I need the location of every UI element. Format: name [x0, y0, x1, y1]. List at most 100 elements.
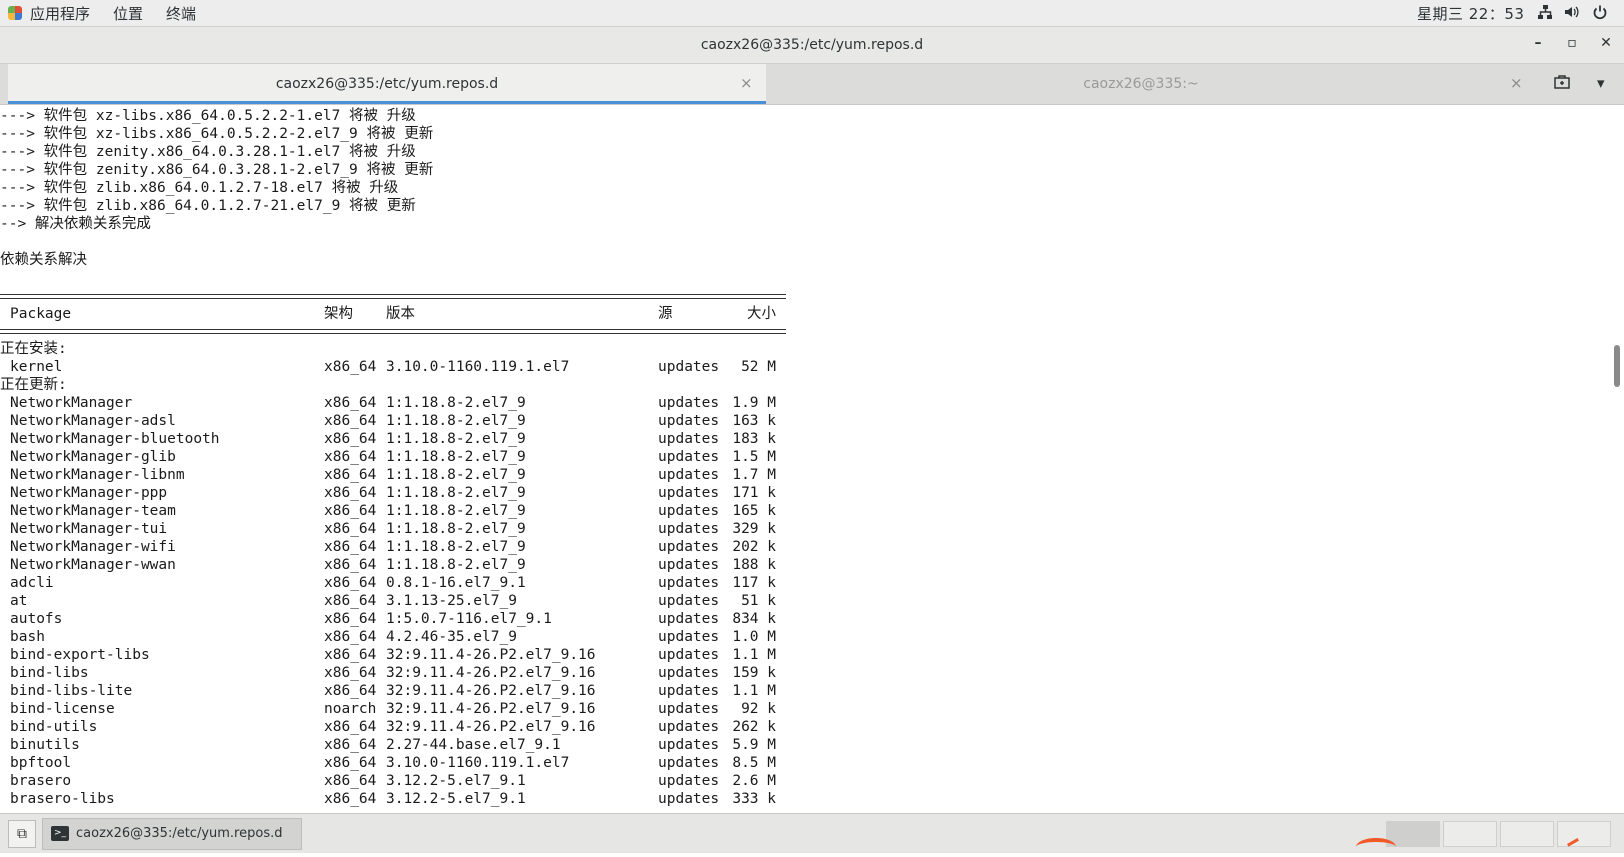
table-row: brasero x86_64 3.12.2-5.el7_9.1 updates 2.6 …	[0, 772, 786, 790]
cell-version: 1:1.18.8-2.el7_9	[386, 413, 526, 429]
cell-source: updates	[658, 485, 720, 501]
cell-name: bind-license	[10, 701, 115, 717]
workspace-4[interactable]	[1557, 821, 1611, 847]
tab-home[interactable]: caozx26@335:~ ×	[768, 64, 1523, 104]
cell-source: updates	[658, 611, 720, 627]
cell-version: 1:1.18.8-2.el7_9	[386, 395, 526, 411]
cell-source: updates	[658, 413, 720, 429]
network-icon[interactable]	[1537, 4, 1553, 24]
cell-size: 1.0 M	[732, 629, 776, 645]
table-row: bind-license noarch 32:9.11.4-26.P2.el7_9.…	[0, 700, 786, 718]
terminal-icon: >_	[51, 826, 69, 841]
cell-name: NetworkManager-ppp	[10, 485, 168, 501]
terminal-line: 依赖关系解决	[0, 252, 87, 268]
taskbar-window-item[interactable]: >_ caozx26@335:/etc/yum.repos.d	[42, 818, 302, 850]
cell-source: updates	[658, 755, 720, 771]
cell-arch: x86_64	[324, 413, 377, 429]
cell-arch: x86_64	[324, 719, 377, 735]
tab-yum-repos[interactable]: caozx26@335:/etc/yum.repos.d ×	[8, 64, 766, 104]
cell-arch: x86_64	[324, 557, 377, 573]
taskbar-window-label: caozx26@335:/etc/yum.repos.d	[76, 826, 283, 841]
cell-name: at	[10, 593, 28, 609]
cell-version: 1:1.18.8-2.el7_9	[386, 521, 526, 537]
workspace-3[interactable]	[1500, 821, 1554, 847]
cell-size: 834 k	[732, 611, 776, 627]
table-row: NetworkManager-tui x86_64 1:1.18.8-2.el7_9…	[0, 520, 786, 538]
table-row: at x86_64 3.1.13-25.el7_9 updates 51 k	[0, 592, 786, 610]
cell-arch: x86_64	[324, 683, 377, 699]
minimize-button[interactable]: –	[1528, 35, 1548, 55]
terminal-output[interactable]: ---> 软件包 xz-libs.x86_64.0.5.2.2-1.el7 将被…	[0, 105, 1610, 812]
table-row: NetworkManager-wwan x86_64 1:1.18.8-2.el7_…	[0, 556, 786, 574]
cell-arch: x86_64	[324, 449, 377, 465]
table-row: bind-export-libs x86_64 32:9.11.4-26.P2.el…	[0, 646, 786, 664]
cell-arch: x86_64	[324, 431, 377, 447]
terminal-line: ---> 软件包 xz-libs.x86_64.0.5.2.2-1.el7 将被…	[0, 108, 416, 124]
header-version: 版本	[386, 306, 415, 322]
cell-size: 52 M	[741, 359, 776, 375]
menu-applications[interactable]: 应用程序	[30, 3, 90, 24]
cell-version: 3.10.0-1160.119.1.el7	[386, 359, 570, 375]
cell-size: 2.6 M	[732, 773, 776, 789]
cell-arch: x86_64	[324, 791, 377, 807]
cell-source: updates	[658, 521, 720, 537]
menu-terminal[interactable]: 终端	[166, 3, 196, 24]
cell-name: bind-utils	[10, 719, 98, 735]
new-tab-icon[interactable]	[1553, 74, 1571, 94]
clock[interactable]: 星期三 22：53	[1417, 3, 1524, 24]
power-icon[interactable]	[1592, 4, 1608, 24]
header-size: 大小	[747, 306, 776, 322]
cell-name: NetworkManager-bluetooth	[10, 431, 220, 447]
menu-places[interactable]: 位置	[113, 3, 143, 24]
cell-source: updates	[658, 737, 720, 753]
terminal-line: ---> 软件包 zenity.x86_64.0.3.28.1-1.el7 将被…	[0, 144, 416, 160]
cell-source: updates	[658, 665, 720, 681]
header-source: 源	[658, 306, 673, 322]
cell-name: bind-export-libs	[10, 647, 150, 663]
cell-name: NetworkManager-adsl	[10, 413, 176, 429]
cell-size: 202 k	[732, 539, 776, 555]
cell-size: 188 k	[732, 557, 776, 573]
cell-version: 32:9.11.4-26.P2.el7_9.16	[386, 701, 596, 717]
terminal-scrollbar[interactable]	[1614, 345, 1620, 387]
annotation-mark	[1356, 838, 1396, 856]
cell-size: 1.1 M	[732, 683, 776, 699]
cell-size: 8.5 M	[732, 755, 776, 771]
cell-arch: x86_64	[324, 539, 377, 555]
cell-source: updates	[658, 593, 720, 609]
table-row: bash x86_64 4.2.46-35.el7_9 updates 1.0 M	[0, 628, 786, 646]
table-row: NetworkManager-libnm x86_64 1:1.18.8-2.el7…	[0, 466, 786, 484]
table-row: bind-utils x86_64 32:9.11.4-26.P2.el7_9.16…	[0, 718, 786, 736]
cell-size: 92 k	[741, 701, 776, 717]
close-window-button[interactable]: ✕	[1596, 35, 1616, 55]
volume-icon[interactable]	[1563, 4, 1579, 24]
cell-name: brasero-libs	[10, 791, 115, 807]
show-desktop-button[interactable]: ⧉	[8, 820, 36, 848]
cell-size: 159 k	[732, 665, 776, 681]
cell-name: bind-libs-lite	[10, 683, 133, 699]
close-tab-icon[interactable]: ×	[1510, 74, 1523, 92]
cell-size: 5.9 M	[732, 737, 776, 753]
cell-name: NetworkManager	[10, 395, 133, 411]
terminal-line: ---> 软件包 zlib.x86_64.0.1.2.7-21.el7_9 将被…	[0, 198, 416, 214]
window-titlebar[interactable]: caozx26@335:/etc/yum.repos.d – ▫ ✕	[0, 27, 1624, 64]
table-row: NetworkManager-glib x86_64 1:1.18.8-2.el7_…	[0, 448, 786, 466]
cell-name: binutils	[10, 737, 80, 753]
tab-menu-chevron-down-icon[interactable]: ▾	[1597, 74, 1605, 92]
cell-name: NetworkManager-wifi	[10, 539, 176, 555]
cell-name: autofs	[10, 611, 63, 627]
cell-arch: x86_64	[324, 611, 377, 627]
cell-arch: x86_64	[324, 629, 377, 645]
cell-size: 183 k	[732, 431, 776, 447]
cell-version: 1:5.0.7-116.el7_9.1	[386, 611, 552, 627]
workspace-2[interactable]	[1443, 821, 1497, 847]
close-tab-icon[interactable]: ×	[740, 74, 753, 92]
table-divider	[0, 329, 786, 334]
cell-source: updates	[658, 791, 720, 807]
table-row: NetworkManager-bluetooth x86_64 1:1.18.8-2…	[0, 430, 786, 448]
cell-name: adcli	[10, 575, 54, 591]
cell-size: 163 k	[732, 413, 776, 429]
top-panel: 应用程序 位置 终端 星期三 22：53	[0, 0, 1624, 27]
maximize-button[interactable]: ▫	[1562, 35, 1582, 55]
applications-icon[interactable]	[8, 6, 22, 20]
